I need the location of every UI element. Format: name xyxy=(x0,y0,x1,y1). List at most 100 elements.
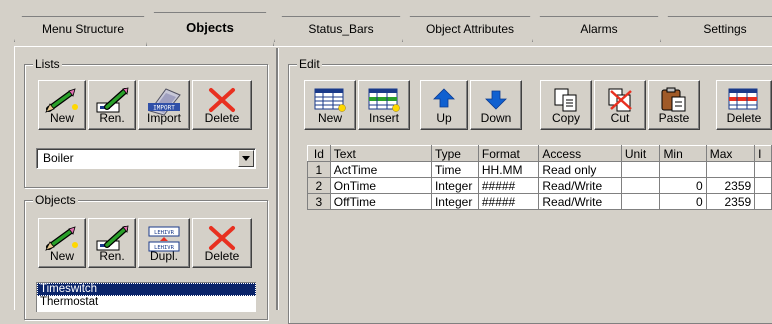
edit-group-title: Edit xyxy=(297,57,322,71)
button-label: New xyxy=(49,111,74,125)
tab-objects[interactable]: Objects xyxy=(146,12,274,46)
cell-max[interactable] xyxy=(705,161,756,178)
panel-edge xyxy=(14,46,15,310)
column-header-format[interactable]: Format xyxy=(477,145,540,162)
column-header-type[interactable]: Type xyxy=(430,145,479,162)
objects-new-button[interactable]: New xyxy=(38,218,86,268)
cell-id[interactable]: 2 xyxy=(307,177,331,194)
tab-settings[interactable]: Settings xyxy=(660,16,772,42)
table-row[interactable]: 2 OnTime Integer ##### Read/Write 0 2359 xyxy=(307,177,772,194)
cell-access[interactable]: Read/Write xyxy=(538,177,622,194)
cell-unit[interactable] xyxy=(620,161,661,178)
button-label: Copy xyxy=(551,111,580,125)
cell-more[interactable] xyxy=(754,177,772,194)
column-header-unit[interactable]: Unit xyxy=(620,145,661,162)
tab-object-attributes[interactable]: Object Attributes xyxy=(402,16,538,42)
tab-status-bars[interactable]: Status_Bars xyxy=(274,16,408,42)
splitter[interactable] xyxy=(276,48,279,310)
cell-format[interactable]: ##### xyxy=(477,193,540,210)
button-label: Delete xyxy=(726,111,762,125)
cell-id[interactable]: 1 xyxy=(307,161,331,178)
cell-min[interactable] xyxy=(659,161,707,178)
edit-new-button[interactable]: New xyxy=(304,80,356,130)
column-header-more[interactable]: I xyxy=(754,145,772,162)
cell-type[interactable]: Integer xyxy=(430,177,479,194)
edit-down-button[interactable]: Down xyxy=(470,80,522,130)
cell-min[interactable]: 0 xyxy=(659,193,707,210)
arrow-up-icon xyxy=(433,88,455,108)
cell-format[interactable]: ##### xyxy=(477,177,540,194)
column-header-id[interactable]: Id xyxy=(307,145,331,162)
objects-rename-button[interactable]: Ren. xyxy=(88,218,136,268)
pencil-new-icon xyxy=(45,88,78,113)
insert-row-icon xyxy=(368,88,400,112)
cell-text[interactable]: OffTime xyxy=(329,193,432,210)
list-select[interactable]: Boiler xyxy=(36,148,256,169)
paste-icon xyxy=(661,87,686,112)
chevron-down-icon xyxy=(242,156,250,161)
objects-delete-button[interactable]: Delete xyxy=(192,218,252,268)
cell-more[interactable] xyxy=(754,161,772,178)
cell-type[interactable]: Integer xyxy=(430,193,479,210)
cell-unit[interactable] xyxy=(620,193,661,210)
button-label: Delete xyxy=(204,111,240,125)
column-header-max[interactable]: Max xyxy=(705,145,756,162)
cell-access[interactable]: Read only xyxy=(538,161,622,178)
button-label: New xyxy=(49,249,74,263)
delete-row-icon xyxy=(728,88,758,110)
arrow-down-icon xyxy=(485,90,507,110)
tab-label: Status_Bars xyxy=(308,22,374,36)
tab-label: Object Attributes xyxy=(425,22,515,36)
tab-alarms[interactable]: Alarms xyxy=(532,16,666,42)
button-label: Down xyxy=(480,111,512,125)
edit-paste-button[interactable]: Paste xyxy=(648,80,700,130)
edit-delete-button[interactable]: Delete xyxy=(716,80,772,130)
cell-type[interactable]: Time xyxy=(430,161,479,178)
cell-text[interactable]: OnTime xyxy=(329,177,432,194)
tab-strip: Menu Structure Objects Status_Bars Objec… xyxy=(0,10,772,46)
pencil-rename-icon xyxy=(96,225,129,251)
lists-rename-button[interactable]: Ren. xyxy=(88,80,136,130)
table-row[interactable]: 3 OffTime Integer ##### Read/Write 0 235… xyxy=(307,193,772,210)
column-header-access[interactable]: Access xyxy=(538,145,622,162)
button-label: New xyxy=(317,111,342,125)
edit-up-button[interactable]: Up xyxy=(420,80,468,130)
column-header-text[interactable]: Text xyxy=(329,145,432,162)
list-item[interactable]: Timeswitch xyxy=(37,283,256,296)
cell-max[interactable]: 2359 xyxy=(705,193,756,210)
cell-text[interactable]: ActTime xyxy=(329,161,432,178)
edit-insert-button[interactable]: Insert xyxy=(358,80,410,130)
table-header-row: Id Text Type Format Access Unit Min Max … xyxy=(307,145,772,162)
button-label: Paste xyxy=(658,111,690,125)
cell-min[interactable]: 0 xyxy=(659,177,707,194)
cell-unit[interactable] xyxy=(620,177,661,194)
cell-format[interactable]: HH.MM xyxy=(477,161,540,178)
button-label: Insert xyxy=(368,111,399,125)
objects-list[interactable]: Timeswitch Thermostat xyxy=(36,282,256,312)
dupl-icon-text-top: LEHIVR xyxy=(154,230,175,236)
edit-copy-button[interactable]: Copy xyxy=(540,80,592,130)
list-item[interactable]: Thermostat xyxy=(37,296,256,309)
objects-group-title: Objects xyxy=(33,193,78,207)
edit-cut-button[interactable]: Cut xyxy=(594,80,646,130)
cell-id[interactable]: 3 xyxy=(307,193,331,210)
column-header-min[interactable]: Min xyxy=(659,145,707,162)
lists-import-button[interactable]: IMPORT Import xyxy=(138,80,190,130)
delete-x-icon xyxy=(209,226,235,250)
lists-group-title: Lists xyxy=(33,57,62,71)
cell-max[interactable]: 2359 xyxy=(705,177,756,194)
button-label: Ren. xyxy=(99,111,125,125)
cell-more[interactable] xyxy=(754,193,772,210)
lists-delete-button[interactable]: Delete xyxy=(192,80,252,130)
table-row[interactable]: 1 ActTime Time HH.MM Read only xyxy=(307,161,772,178)
list-select-value: Boiler xyxy=(43,151,74,165)
lists-new-button[interactable]: New xyxy=(38,80,86,130)
dropdown-arrow-button[interactable] xyxy=(238,150,254,167)
delete-x-icon xyxy=(209,88,235,112)
objects-duplicate-button[interactable]: LEHIVR LEHIVR Dupl. xyxy=(138,218,190,268)
tab-label: Alarms xyxy=(580,22,618,36)
tab-label: Settings xyxy=(703,22,747,36)
tab-menu-structure[interactable]: Menu Structure xyxy=(14,16,152,42)
attributes-table[interactable]: Id Text Type Format Access Unit Min Max … xyxy=(307,145,772,210)
cell-access[interactable]: Read/Write xyxy=(538,193,622,210)
